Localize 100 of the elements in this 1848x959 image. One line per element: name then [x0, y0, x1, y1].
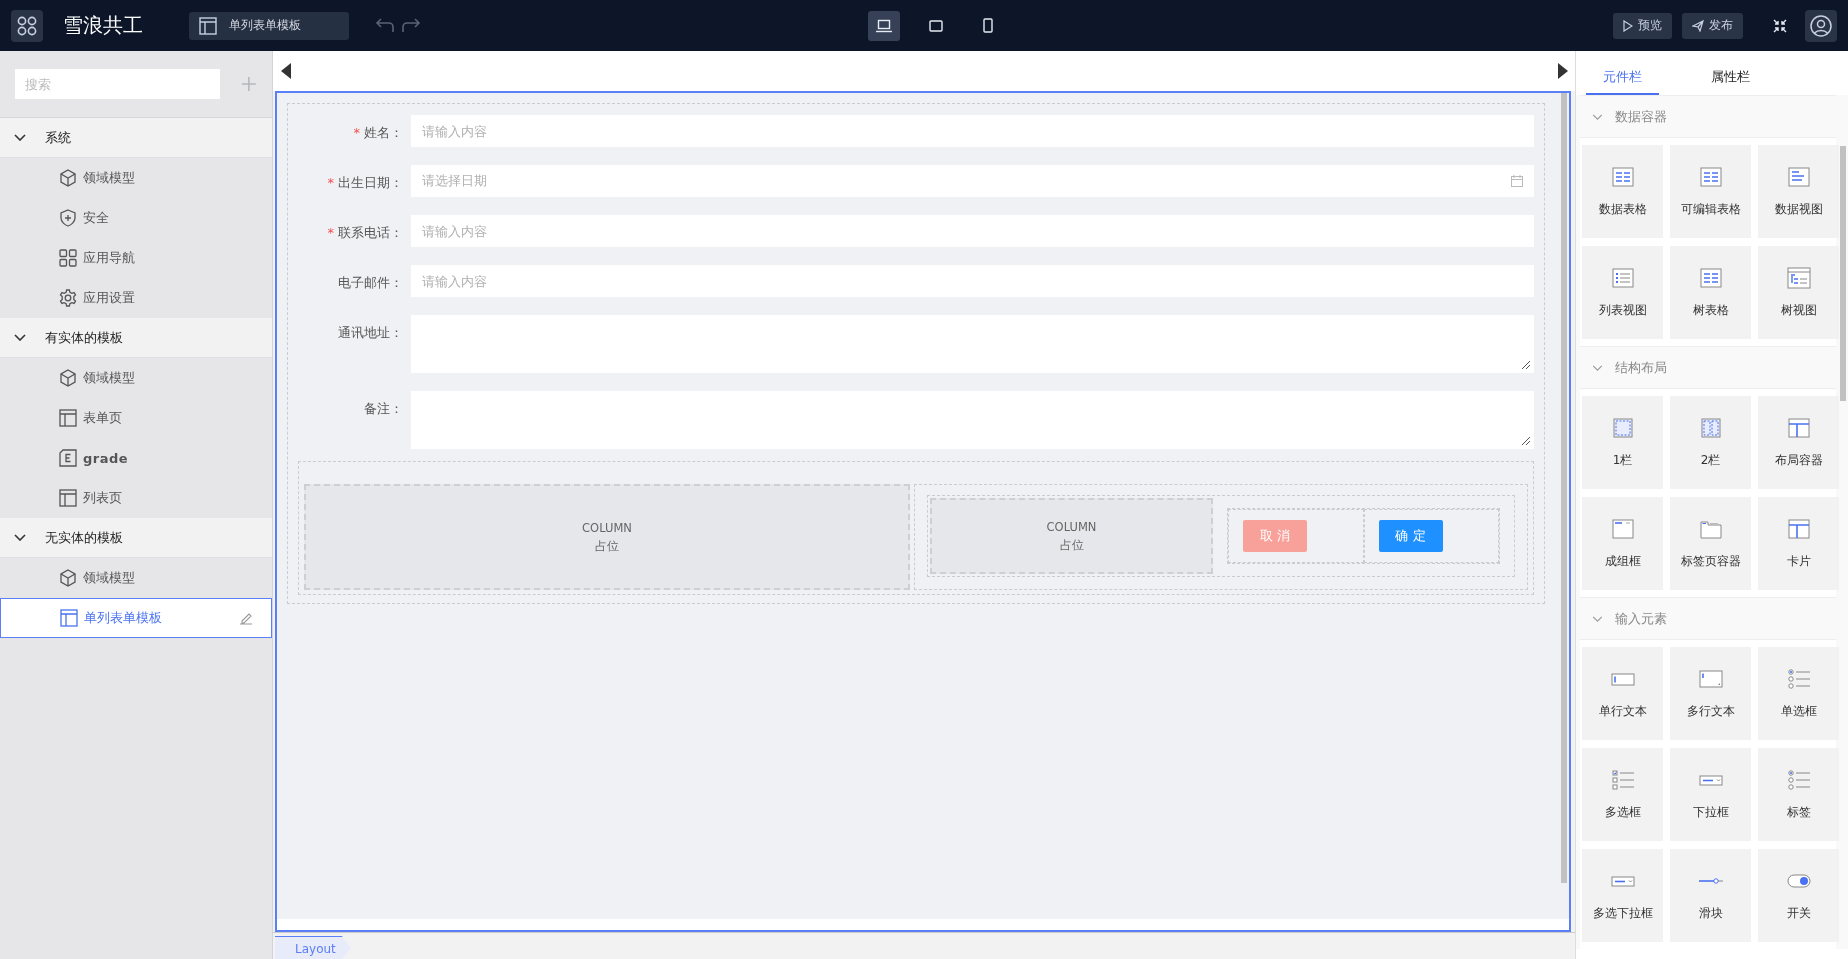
table-icon [1609, 165, 1636, 188]
component-tile[interactable]: 标签页容器 [1670, 497, 1751, 590]
column-subtitle: 占位 [595, 538, 619, 554]
chevron-icon [14, 334, 26, 341]
grid-icon [59, 249, 77, 267]
desktop-view-button[interactable] [868, 10, 900, 41]
publish-button[interactable]: 发布 [1682, 12, 1743, 39]
send-icon [1692, 19, 1704, 32]
calendar-icon [1511, 175, 1523, 187]
resize-grip-icon[interactable] [1521, 360, 1531, 370]
tablet-icon [929, 18, 943, 33]
tree-group-header[interactable]: 无实体的模板 [0, 518, 272, 558]
textarea-field[interactable] [411, 391, 1534, 449]
cube-icon [59, 169, 77, 187]
search-field[interactable]: 搜索 [15, 69, 221, 99]
scroll-left-icon[interactable] [281, 63, 291, 79]
layout-icon [1785, 517, 1812, 540]
edit-icon[interactable] [239, 611, 253, 625]
resize-grip-icon[interactable] [1521, 436, 1531, 446]
component-tile[interactable]: 滑块 [1670, 849, 1751, 942]
tree-item[interactable]: 列表页 [0, 478, 272, 518]
component-tile[interactable]: 1栏 [1582, 396, 1663, 489]
layout-icon [199, 16, 217, 35]
tree-group-header[interactable]: 系统 [0, 118, 272, 158]
component-tile[interactable]: 列表视图 [1582, 246, 1663, 339]
tree-item[interactable]: 安全 [0, 198, 272, 238]
scroll-right-icon[interactable] [1558, 63, 1568, 79]
component-tile[interactable]: 单行文本 [1582, 647, 1663, 740]
component-tile[interactable]: 2栏 [1670, 396, 1751, 489]
field-label: * 姓名： [352, 124, 404, 142]
tree-item[interactable]: 应用设置 [0, 278, 272, 318]
tree-item[interactable]: 领域模型 [0, 358, 272, 398]
component-tile[interactable]: 下拉框 [1670, 748, 1751, 841]
tree-item[interactable]: 单列表单模板 [0, 598, 272, 638]
component-tile[interactable]: 单选框 [1758, 647, 1839, 740]
tree-group-header[interactable]: 有实体的模板 [0, 318, 272, 358]
list-icon [1609, 266, 1636, 289]
table-icon [1697, 165, 1724, 188]
textarea-icon [1697, 667, 1724, 690]
cube-icon [59, 369, 77, 387]
component-tile[interactable]: 多选框 [1582, 748, 1663, 841]
boxed-letter-icon [59, 449, 77, 467]
radio-icon [1785, 768, 1812, 791]
chevron-icon [14, 134, 26, 141]
text-field[interactable]: 请输入内容 [411, 265, 1534, 297]
component-tile[interactable]: 多选下拉框 [1582, 849, 1663, 942]
tree-item[interactable]: 领域模型 [0, 558, 272, 598]
component-tile[interactable]: 开关 [1758, 849, 1839, 942]
component-tile[interactable]: 标签 [1758, 748, 1839, 841]
grid-icon [16, 14, 38, 37]
laptop-icon [876, 18, 892, 33]
text-field[interactable]: 请输入内容 [411, 215, 1534, 247]
field-label: 电子邮件： [337, 274, 404, 292]
slider-icon [1697, 877, 1724, 884]
component-tile[interactable]: 成组框 [1582, 497, 1663, 590]
checkbox-icon [1609, 768, 1636, 791]
chevron-icon [1592, 364, 1603, 371]
radio-icon [1785, 667, 1812, 690]
page-tab[interactable]: 单列表单模板 [189, 11, 349, 40]
redo-icon[interactable] [401, 17, 421, 34]
field-label: * 联系电话： [326, 224, 404, 242]
tree-item[interactable]: grade [0, 438, 272, 478]
column-title: COLUMN [582, 520, 632, 535]
component-tile[interactable]: 树表格 [1670, 246, 1751, 339]
chevron-icon [14, 534, 26, 541]
component-tile[interactable]: 卡片 [1758, 497, 1839, 590]
component-tile[interactable]: 多行文本 [1670, 647, 1751, 740]
field-label: 备注： [363, 400, 404, 418]
app-title: 雪浪共工 [63, 12, 143, 39]
tree-item[interactable]: 表单页 [0, 398, 272, 438]
component-tile[interactable]: 布局容器 [1758, 396, 1839, 489]
layout-icon [59, 409, 77, 427]
undo-icon[interactable] [375, 17, 395, 34]
app-menu-button[interactable] [11, 9, 43, 42]
field-label: * 出生日期： [326, 174, 404, 192]
text-field[interactable]: 请输入内容 [411, 115, 1534, 147]
table-icon [1697, 266, 1724, 289]
tree-item[interactable]: 应用导航 [0, 238, 272, 278]
column-title: COLUMN [1046, 519, 1097, 534]
component-tile[interactable]: 数据表格 [1582, 145, 1663, 238]
play-icon [1623, 19, 1633, 32]
panel-tab[interactable]: 属性栏 [1694, 61, 1767, 95]
cube-icon [59, 569, 77, 587]
collapse-icon[interactable] [1773, 18, 1787, 33]
user-avatar-button[interactable] [1805, 9, 1837, 42]
layout-icon [1785, 416, 1812, 439]
column-subtitle: 占位 [1059, 537, 1084, 553]
tree-item[interactable]: 领域模型 [0, 158, 272, 198]
layout-icon [59, 489, 77, 507]
textarea-field[interactable] [411, 315, 1534, 373]
preview-button[interactable]: 预览 [1613, 12, 1672, 39]
component-tile[interactable]: 可编辑表格 [1670, 145, 1751, 238]
layout-icon [60, 609, 78, 627]
tree-icon [1785, 266, 1812, 289]
phone-icon [983, 18, 993, 33]
component-tile[interactable]: 数据视图 [1758, 145, 1839, 238]
dataview-icon [1785, 165, 1812, 188]
component-tile[interactable]: 树视图 [1758, 246, 1839, 339]
group-icon [1609, 517, 1636, 540]
shield-icon [59, 209, 77, 227]
